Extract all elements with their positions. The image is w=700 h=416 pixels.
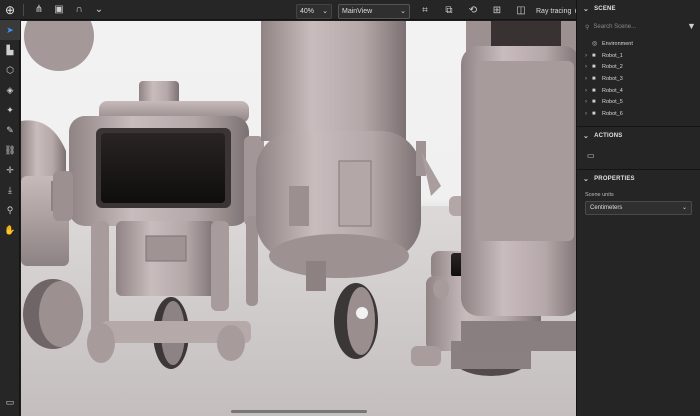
share-icon[interactable]: ⋔: [30, 1, 48, 19]
properties-title: PROPERTIES: [594, 175, 635, 182]
eyedropper-icon[interactable]: ✎: [0, 120, 20, 140]
scene-search-input[interactable]: ⚲ Search Scene... ▼: [585, 20, 696, 34]
folder-icon: ■: [592, 64, 596, 71]
scene-title: SCENE: [594, 6, 616, 12]
new-folder-icon[interactable]: ▭: [587, 151, 595, 160]
chevron-right-icon[interactable]: ›: [585, 88, 592, 94]
actions-section-header[interactable]: ⌄ ACTIONS: [577, 127, 700, 145]
tree-item-robot-1[interactable]: › ■ Robot_1: [577, 50, 700, 62]
actions-body: ▭: [577, 145, 700, 167]
image-icon[interactable]: ▣: [50, 1, 68, 19]
3d-viewport[interactable]: [21, 21, 576, 416]
layers-icon[interactable]: ◫: [512, 2, 530, 20]
magnet-icon[interactable]: ∩: [70, 1, 88, 19]
folder-icon: ■: [592, 110, 596, 117]
tree-item-robot-4[interactable]: › ■ Robot_4: [577, 85, 700, 97]
folder-icon: ■: [592, 75, 596, 82]
properties-section-header[interactable]: ⌄ PROPERTIES: [577, 170, 700, 188]
tree-item-label: Robot_2: [602, 64, 623, 71]
tree-item-label: Environment: [602, 40, 633, 47]
top-left-tools: ⊕ ⋔ ▣ ∩ ⌄: [0, 1, 108, 19]
left-toolbar: ➤ ▙ ⬡ ◈ ✦ ✎ ⛓ ✛ ⤓ ⚲ ✋ ▭: [0, 20, 20, 416]
search-icon: ⚲: [585, 24, 590, 31]
folder-icon: ■: [592, 52, 596, 59]
tree-item-robot-3[interactable]: › ■ Robot_3: [577, 73, 700, 85]
scene-units-select[interactable]: Centimeters ⌄: [585, 200, 692, 215]
select-tool-icon[interactable]: ➤: [0, 20, 20, 40]
scene-render: [21, 21, 576, 416]
render-icon[interactable]: ⊞: [488, 2, 506, 20]
magic-wand-icon[interactable]: ✦: [0, 100, 20, 120]
chevron-down-icon: ⌄: [583, 132, 590, 140]
divider: [23, 4, 24, 16]
camera-icon[interactable]: ⌗: [416, 2, 434, 20]
chevron-right-icon[interactable]: ›: [585, 111, 592, 117]
actions-title: ACTIONS: [594, 132, 623, 139]
chevron-down-icon: ⌄: [583, 6, 590, 13]
chevron-right-icon[interactable]: ›: [585, 99, 592, 105]
filter-icon[interactable]: ▼: [687, 21, 696, 31]
chevron-right-icon[interactable]: ›: [585, 64, 592, 70]
paint-bucket-icon[interactable]: ◈: [0, 80, 20, 100]
robot-right-tall: [461, 21, 576, 351]
add-icon[interactable]: ⊕: [3, 3, 17, 17]
chevron-down-icon: ⌄: [400, 8, 406, 15]
zoom-dropdown[interactable]: 40% ⌄: [296, 3, 332, 19]
tree-item-label: Robot_5: [602, 99, 623, 106]
scene-tree: ◎ Environment › ■ Robot_1 › ■ Robot_2 › …: [577, 38, 700, 120]
chevron-down-icon: ⌄: [322, 8, 328, 15]
folder-icon: ■: [592, 87, 596, 94]
environment-icon: ◎: [592, 41, 598, 48]
tree-item-environment[interactable]: ◎ Environment: [577, 38, 700, 50]
tree-item-label: Robot_1: [602, 52, 623, 59]
chevron-right-icon[interactable]: ›: [585, 53, 592, 59]
hand-icon[interactable]: ✋: [0, 220, 20, 240]
camera-view-value: MainView: [342, 7, 373, 15]
tree-item-robot-2[interactable]: › ■ Robot_2: [577, 61, 700, 73]
scene-units-value: Centimeters: [590, 204, 623, 211]
ray-tracing-label: Ray tracing: [536, 7, 572, 15]
chevron-down-icon: ⌄: [583, 175, 590, 183]
search-placeholder: Search Scene...: [593, 24, 637, 30]
link-icon[interactable]: ⛓: [0, 140, 20, 160]
cube-icon[interactable]: ⬡: [0, 60, 20, 80]
frame-icon[interactable]: ⧉: [440, 2, 458, 20]
panel-toggle-icon[interactable]: ▭: [0, 392, 20, 412]
tree-item-robot-6[interactable]: › ■ Robot_6: [577, 108, 700, 120]
chevron-down-icon[interactable]: ⌄: [90, 1, 108, 19]
orbit-icon[interactable]: ⟲: [464, 2, 482, 20]
camera-view-select[interactable]: MainView ⌄: [338, 3, 410, 19]
tree-item-label: Robot_6: [602, 110, 623, 117]
tree-item-label: Robot_4: [602, 87, 623, 94]
tree-item-robot-5[interactable]: › ■ Robot_5: [577, 96, 700, 108]
zoom-icon[interactable]: ⚲: [0, 200, 20, 220]
folder-icon: ■: [592, 99, 596, 106]
move-icon[interactable]: ✛: [0, 160, 20, 180]
zoom-value: 40%: [300, 7, 315, 15]
horizontal-scrollbar[interactable]: [231, 410, 367, 413]
scene-units-label: Scene units: [585, 191, 614, 198]
drop-to-ground-icon[interactable]: ⤓: [0, 180, 20, 200]
chart-icon[interactable]: ▙: [0, 40, 20, 60]
chevron-right-icon[interactable]: ›: [585, 76, 592, 82]
tree-item-label: Robot_3: [602, 75, 623, 82]
chevron-down-icon: ⌄: [681, 205, 687, 212]
scene-section-header[interactable]: ⌄ SCENE: [577, 0, 700, 18]
right-panel: ⌄ SCENE ⚲ Search Scene... ▼ ◎ Environmen…: [576, 0, 700, 416]
